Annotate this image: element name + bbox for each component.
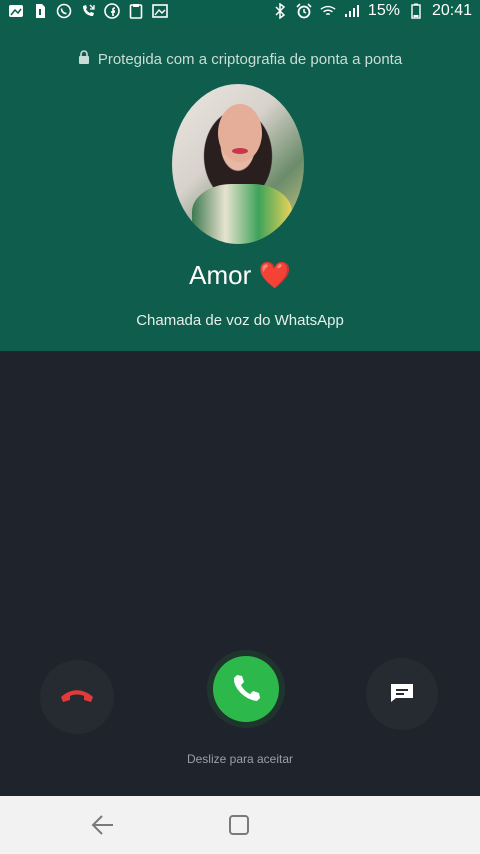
phone-icon <box>230 671 262 708</box>
decline-call-button[interactable] <box>40 660 114 734</box>
reply-message-button[interactable] <box>366 658 438 730</box>
image-icon <box>152 3 168 19</box>
whatsapp-icon <box>56 3 72 19</box>
sim-icon <box>32 3 48 19</box>
gallery-icon <box>8 3 24 19</box>
battery-icon <box>408 3 424 19</box>
status-bar-right: 15% 20:41 <box>272 2 472 20</box>
wifi-icon <box>320 3 336 19</box>
alarm-icon <box>296 3 312 19</box>
bluetooth-icon <box>272 3 288 19</box>
clock: 20:41 <box>431 2 472 19</box>
signal-icon <box>344 3 360 19</box>
clipboard-icon <box>128 3 144 19</box>
back-icon[interactable] <box>88 812 116 838</box>
call-header: Protegida com a criptografia de ponta a … <box>0 22 480 351</box>
encryption-text: Protegida com a criptografia de ponta a … <box>97 50 403 68</box>
hang-up-icon <box>57 685 97 710</box>
avatar-lips <box>232 148 248 154</box>
contact-avatar <box>172 84 304 244</box>
lock-icon <box>78 50 90 68</box>
contact-name: Amor <box>189 260 252 290</box>
home-icon[interactable] <box>228 814 250 836</box>
heart-emoji: ❤️ <box>258 260 291 290</box>
status-bar-left <box>8 3 168 19</box>
call-type-label: Chamada de voz do WhatsApp <box>136 312 344 329</box>
slide-to-accept-hint: Deslize para aceitar <box>186 752 294 766</box>
message-icon <box>388 680 416 709</box>
status-bar: 15% 20:41 <box>0 0 480 22</box>
avatar-clothing <box>192 184 292 244</box>
accept-call-button[interactable] <box>213 656 279 722</box>
contact-name-row: Amor ❤️ <box>0 260 480 291</box>
encryption-notice: Protegida com a criptografia de ponta a … <box>0 50 480 68</box>
missed-call-icon <box>80 3 96 19</box>
facebook-icon <box>104 3 120 19</box>
battery-percent: 15% <box>367 2 400 19</box>
navigation-bar <box>0 796 480 854</box>
